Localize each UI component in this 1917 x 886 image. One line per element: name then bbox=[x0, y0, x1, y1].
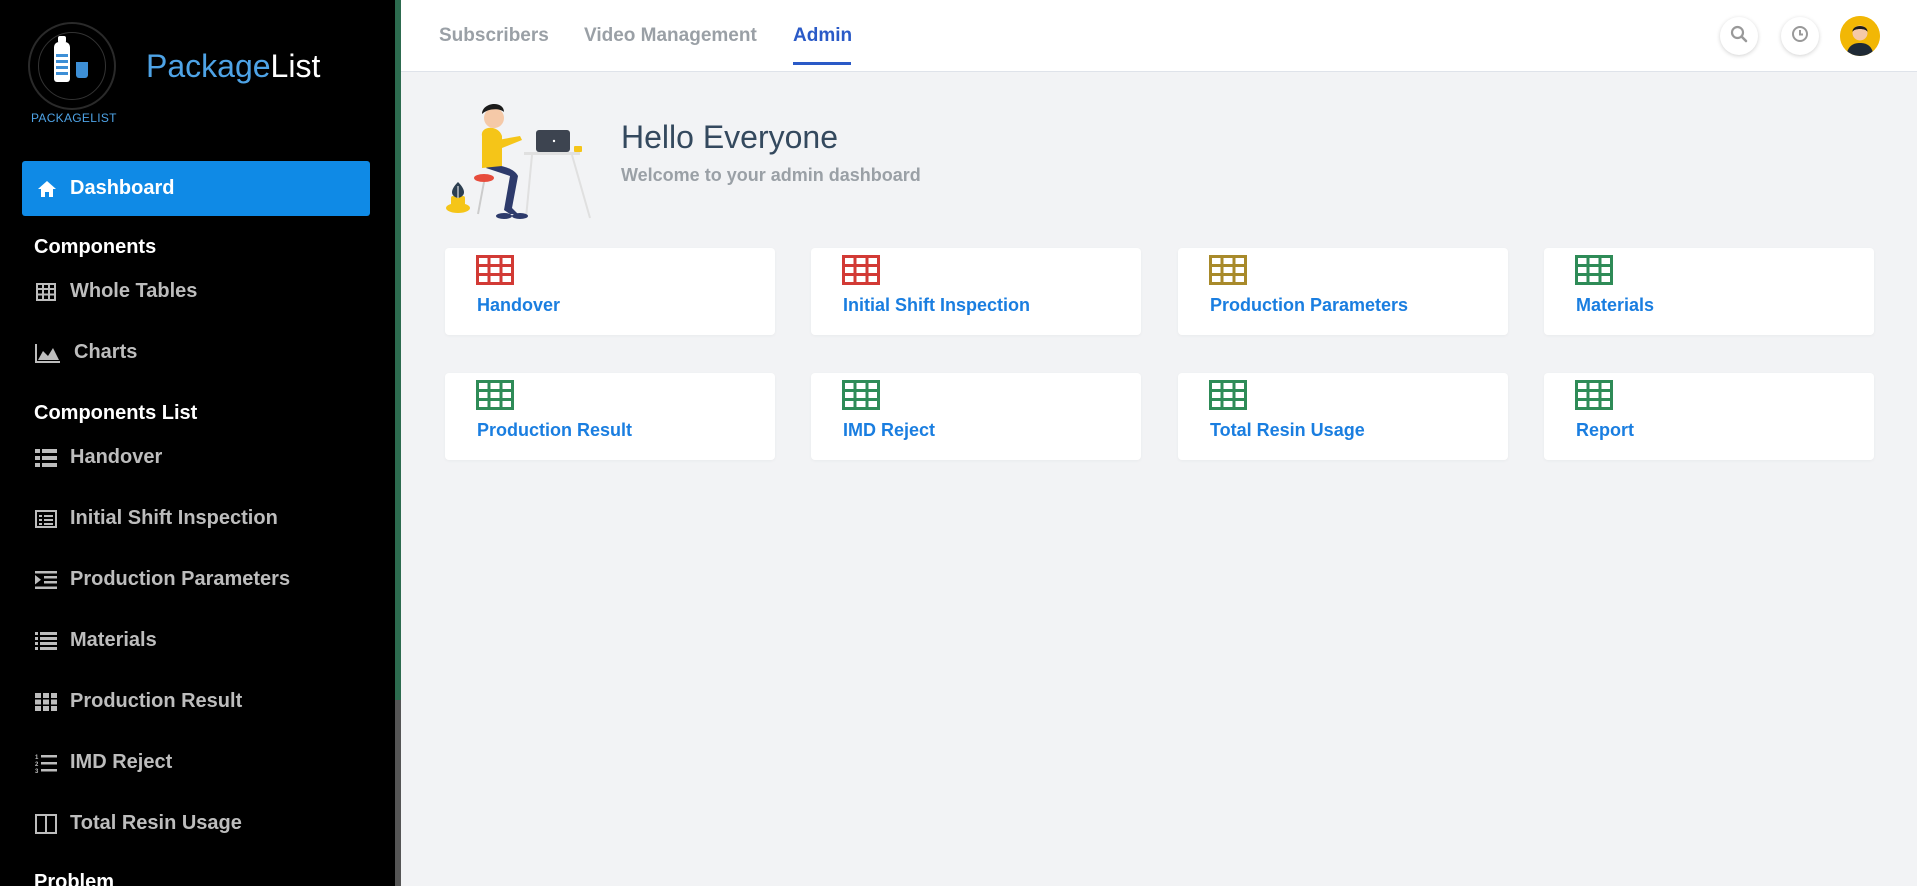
sidebar-item-label: Handover bbox=[70, 446, 163, 468]
sidebar-item-handover[interactable]: Handover bbox=[34, 446, 162, 469]
card-production-parameters[interactable]: Production Parameters bbox=[1178, 248, 1508, 335]
logo-text: PACKAGELIST bbox=[31, 111, 117, 125]
table-icon bbox=[476, 380, 514, 410]
table-icon bbox=[1209, 255, 1247, 285]
clock-icon bbox=[1790, 24, 1810, 49]
section-title-components-list: Components List bbox=[34, 402, 198, 424]
sidebar-item-total-resin-usage[interactable]: Total Resin Usage bbox=[34, 812, 242, 835]
sidebar-item-whole-tables[interactable]: Whole Tables bbox=[34, 280, 197, 303]
list-alt-icon bbox=[34, 509, 58, 529]
sidebar-item-label: Charts bbox=[74, 341, 138, 363]
sidebar-item-label: Total Resin Usage bbox=[70, 812, 242, 834]
sidebar: PACKAGELIST PackageList Dashboard Compon… bbox=[0, 0, 395, 886]
card-report[interactable]: Report bbox=[1544, 373, 1874, 460]
home-icon bbox=[36, 178, 58, 200]
sidebar-item-label: Initial Shift Inspection bbox=[70, 507, 278, 529]
card-initial-shift-inspection[interactable]: Initial Shift Inspection bbox=[811, 248, 1141, 335]
section-title-components: Components bbox=[34, 236, 157, 258]
brand[interactable]: PACKAGELIST PackageList bbox=[28, 22, 358, 132]
table-icon bbox=[1209, 380, 1247, 410]
scrollbar-thumb[interactable] bbox=[395, 700, 401, 886]
sidebar-item-production-result[interactable]: Production Result bbox=[34, 690, 242, 713]
page-subtitle: Welcome to your admin dashboard bbox=[621, 165, 921, 185]
sidebar-item-initial-shift-inspection[interactable]: Initial Shift Inspection bbox=[34, 507, 278, 530]
active-tab-indicator bbox=[793, 62, 851, 65]
card-label[interactable]: Production Parameters bbox=[1210, 295, 1408, 316]
card-label[interactable]: Handover bbox=[477, 295, 560, 316]
sidebar-item-label: Materials bbox=[70, 629, 157, 651]
brand-name: PackageList bbox=[146, 48, 321, 84]
th-list-icon bbox=[34, 448, 58, 468]
tab-subscribers[interactable]: Subscribers bbox=[439, 25, 549, 47]
table-icon bbox=[476, 255, 514, 285]
card-handover[interactable]: Handover bbox=[445, 248, 775, 335]
sidebar-item-label: IMD Reject bbox=[70, 751, 173, 773]
list-icon bbox=[34, 631, 58, 651]
card-production-result[interactable]: Production Result bbox=[445, 373, 775, 460]
svg-text:2: 2 bbox=[35, 762, 39, 768]
card-imd-reject[interactable]: IMD Reject bbox=[811, 373, 1141, 460]
sidebar-item-materials[interactable]: Materials bbox=[34, 629, 157, 652]
section-title-problem: Problem bbox=[34, 871, 115, 886]
search-icon bbox=[1729, 24, 1749, 49]
logo bbox=[28, 22, 116, 110]
th-icon bbox=[34, 692, 58, 712]
svg-text:1: 1 bbox=[35, 755, 39, 761]
sidebar-item-label: Dashboard bbox=[70, 177, 175, 199]
card-materials[interactable]: Materials bbox=[1544, 248, 1874, 335]
sidebar-item-dashboard[interactable]: Dashboard bbox=[22, 161, 370, 216]
indent-icon bbox=[34, 570, 58, 590]
card-label[interactable]: IMD Reject bbox=[843, 420, 935, 441]
table-icon bbox=[842, 255, 880, 285]
hero-illustration bbox=[442, 96, 602, 224]
tab-video-management[interactable]: Video Management bbox=[584, 25, 757, 47]
page-title: Hello Everyone bbox=[621, 119, 838, 155]
sidebar-item-label: Whole Tables bbox=[70, 280, 198, 302]
card-label[interactable]: Materials bbox=[1576, 295, 1654, 316]
sidebar-scrollbar[interactable] bbox=[395, 0, 401, 886]
table-icon bbox=[1575, 380, 1613, 410]
user-avatar[interactable] bbox=[1840, 16, 1880, 56]
sidebar-item-production-parameters[interactable]: Production Parameters bbox=[34, 568, 290, 591]
card-label[interactable]: Initial Shift Inspection bbox=[843, 295, 1030, 316]
tab-admin[interactable]: Admin bbox=[793, 25, 852, 47]
card-label[interactable]: Report bbox=[1576, 420, 1634, 441]
list-ol-icon: 123 bbox=[34, 753, 58, 773]
card-label[interactable]: Total Resin Usage bbox=[1210, 420, 1365, 441]
table-icon bbox=[1575, 255, 1613, 285]
sidebar-item-charts[interactable]: Charts bbox=[34, 341, 137, 364]
sidebar-item-label: Production Parameters bbox=[70, 568, 291, 590]
svg-text:3: 3 bbox=[35, 769, 39, 773]
table-icon bbox=[34, 282, 58, 302]
card-label[interactable]: Production Result bbox=[477, 420, 632, 441]
sidebar-item-imd-reject[interactable]: 123 IMD Reject bbox=[34, 751, 172, 774]
columns-icon bbox=[34, 813, 58, 834]
area-chart-icon bbox=[34, 343, 62, 363]
table-icon bbox=[842, 380, 880, 410]
search-button[interactable] bbox=[1720, 17, 1758, 55]
card-total-resin-usage[interactable]: Total Resin Usage bbox=[1178, 373, 1508, 460]
sidebar-item-label: Production Result bbox=[70, 690, 243, 712]
history-button[interactable] bbox=[1781, 17, 1819, 55]
